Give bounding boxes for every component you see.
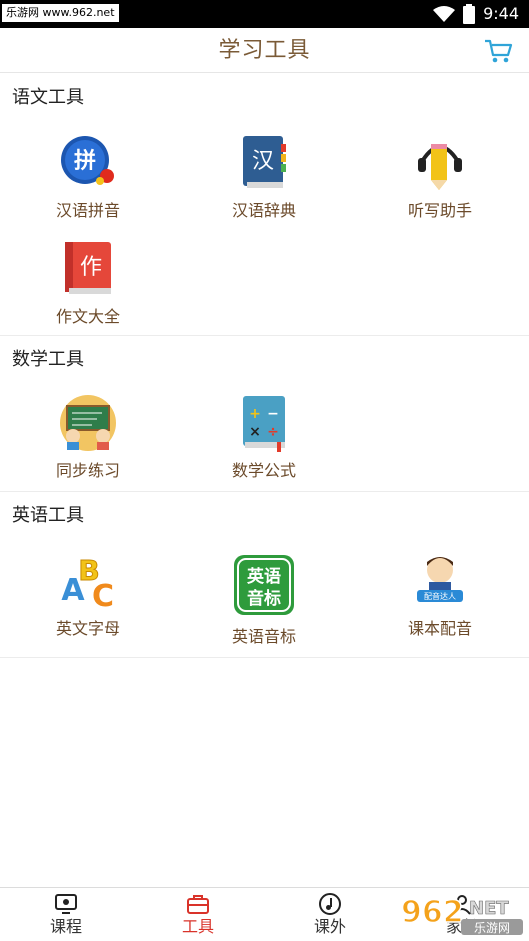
tool-label: 课本配音 [407,619,472,638]
tool-label: 听写助手 [407,201,472,220]
svg-text:拼: 拼 [74,148,96,174]
classroom-blackboard-icon [60,395,116,451]
site-watermark: 乐游网 www.962.net [2,4,119,22]
svg-text:作: 作 [80,255,102,280]
svg-text:配音达人: 配音达人 [424,591,456,601]
nav-course[interactable]: 课程 [0,888,132,941]
tool-phonetic[interactable]: 英语 音标 英语音标 [176,554,352,648]
svg-text:英语: 英语 [247,566,281,587]
svg-text:C: C [92,579,114,612]
svg-text:音标: 音标 [247,588,281,609]
section-chinese-tools: 语文工具 拼 汉语拼音 汉 汉语辞典 听写助手 作 作文大全 [0,74,529,336]
app-header: 学习工具 [0,28,529,73]
toolbox-icon [187,895,209,914]
svg-text:NET: NET [469,898,509,919]
tool-pinyin[interactable]: 拼 汉语拼音 [0,132,176,222]
status-bar: 乐游网 www.962.net 9:44 [0,0,529,28]
svg-text:汉: 汉 [252,149,274,174]
dubbing-character-icon: 配音达人 [417,557,463,602]
section-title: 语文工具 [12,87,84,108]
site-logo-watermark: 962 NET 乐游网 [400,894,523,935]
tool-label: 汉语拼音 [55,201,120,220]
tool-label: 作文大全 [55,307,120,326]
tool-alphabet[interactable]: A B C 英文字母 [0,550,176,640]
svg-text:÷: ÷ [267,424,279,440]
tool-dictation[interactable]: 听写助手 [352,132,528,222]
tool-label: 数学公式 [231,461,296,480]
nav-extracurricular[interactable]: 课外 [264,888,396,941]
composition-book-icon: 作 [65,242,111,294]
cart-icon[interactable] [483,37,513,65]
phonetic-symbol-icon: 英语 音标 [234,555,294,615]
section-english-tools: 英语工具 A B C 英文字母 英语 音标 英语音标 配音达人 课本配音 [0,492,529,658]
tool-label: 英文字母 [55,619,120,638]
nav-tools[interactable]: 工具 [132,888,264,941]
dictionary-book-icon: 汉 [243,136,286,188]
pinyin-icon: 拼 [61,136,114,185]
battery-icon [463,4,476,24]
section-title: 英语工具 [12,505,84,526]
clock: 9:44 [483,4,519,23]
nav-label: 工具 [181,917,214,936]
svg-text:+: + [249,406,261,422]
wifi-icon [433,6,456,22]
nav-label: 课外 [313,917,346,936]
tool-label: 英语音标 [231,627,296,646]
svg-text:×: × [249,424,261,440]
pencil-headphones-icon [418,144,462,190]
nav-label: 课程 [49,917,82,936]
tool-composition[interactable]: 作 作文大全 [0,238,176,328]
tool-label: 汉语辞典 [231,201,296,220]
svg-text:962: 962 [401,895,464,930]
svg-text:乐游网: 乐游网 [474,921,510,935]
tool-math-formula[interactable]: + − × ÷ 数学公式 [176,392,352,482]
course-icon [55,894,77,914]
math-formula-book-icon: + − × ÷ [243,396,285,452]
tool-label: 同步练习 [55,461,120,480]
tool-dubbing[interactable]: 配音达人 课本配音 [352,550,528,640]
music-note-icon [319,893,341,915]
svg-text:−: − [267,406,279,422]
section-math-tools: 数学工具 同步练习 + − × ÷ 数学公式 [0,336,529,492]
abc-letters-icon: A B C [61,554,114,613]
tool-dictionary[interactable]: 汉 汉语辞典 [176,132,352,222]
section-title: 数学工具 [12,349,84,370]
page-title: 学习工具 [218,38,311,63]
tool-practice[interactable]: 同步练习 [0,392,176,482]
